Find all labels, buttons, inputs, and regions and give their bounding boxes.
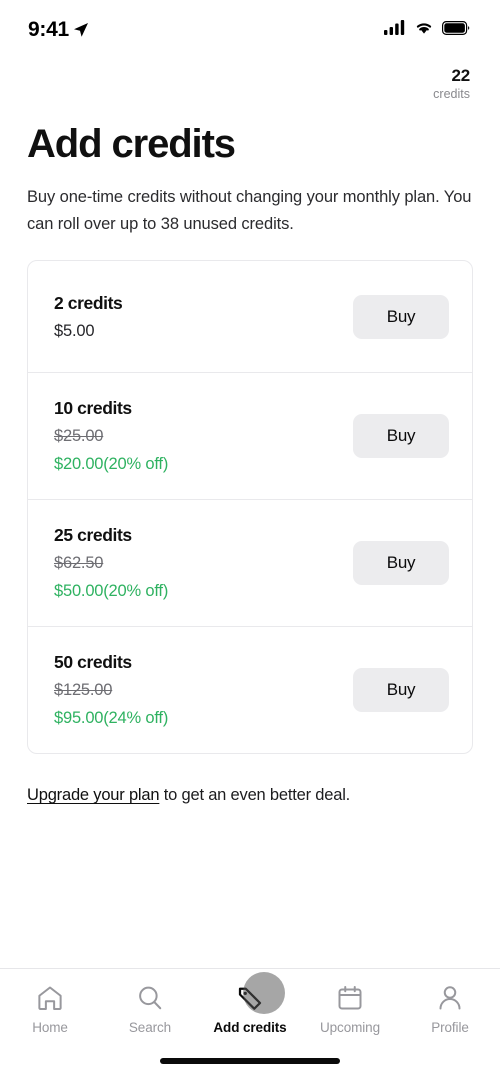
credits-balance: 22 credits bbox=[0, 60, 500, 102]
tab-label-add-credits: Add credits bbox=[213, 1020, 287, 1035]
credit-pack-row[interactable]: 2 credits $5.00 Buy bbox=[28, 261, 472, 373]
tab-label-home: Home bbox=[32, 1020, 68, 1035]
credit-pack-original-price: $125.00 bbox=[54, 681, 113, 699]
tab-profile[interactable]: Profile bbox=[400, 983, 500, 1035]
tab-add-credits[interactable]: Add credits bbox=[200, 983, 300, 1035]
tab-home[interactable]: Home bbox=[0, 983, 100, 1035]
wifi-icon bbox=[414, 20, 434, 40]
status-bar-time: 9:41 bbox=[28, 18, 69, 41]
buy-button[interactable]: Buy bbox=[353, 668, 449, 712]
credit-pack-name: 10 credits bbox=[54, 398, 132, 418]
tab-label-profile: Profile bbox=[431, 1020, 469, 1035]
page-title: Add credits bbox=[27, 122, 236, 166]
credit-pack-row[interactable]: 10 credits $25.00 $20.00(20% off) Buy bbox=[28, 373, 472, 500]
credit-pack-info: 2 credits $5.00 bbox=[54, 290, 123, 344]
credit-pack-info: 10 credits $25.00 $20.00(20% off) bbox=[54, 395, 168, 477]
credit-pack-discount-price: $95.00(24% off) bbox=[54, 709, 169, 727]
credit-pack-name: 25 credits bbox=[54, 525, 132, 545]
search-icon bbox=[135, 983, 165, 1013]
tab-search[interactable]: Search bbox=[100, 983, 200, 1035]
upgrade-note-text: to get an even better deal. bbox=[159, 786, 351, 804]
battery-full-icon bbox=[442, 20, 470, 40]
status-bar: 9:41 bbox=[0, 0, 500, 60]
buy-button[interactable]: Buy bbox=[353, 294, 449, 339]
cellular-signal-icon bbox=[384, 20, 406, 40]
tag-icon bbox=[235, 983, 265, 1013]
credit-packs-list: 2 credits $5.00 Buy 10 credits $25.00 $2… bbox=[27, 260, 473, 754]
credits-balance-label: credits bbox=[433, 87, 470, 101]
status-bar-right bbox=[384, 20, 470, 40]
credit-pack-row[interactable]: 50 credits $125.00 $95.00(24% off) Buy bbox=[28, 627, 472, 753]
home-indicator bbox=[160, 1058, 340, 1064]
credit-pack-original-price: $62.50 bbox=[54, 554, 104, 572]
credits-balance-count: 22 bbox=[451, 66, 470, 85]
credit-pack-row[interactable]: 25 credits $62.50 $50.00(20% off) Buy bbox=[28, 500, 472, 627]
tab-upcoming[interactable]: Upcoming bbox=[300, 983, 400, 1035]
credit-pack-name: 2 credits bbox=[54, 292, 123, 313]
tab-label-search: Search bbox=[128, 1020, 172, 1035]
credit-pack-discount-price: $50.00(20% off) bbox=[54, 582, 169, 600]
page-subtitle: Buy one-time credits without changing yo… bbox=[27, 188, 472, 233]
upgrade-plan-link[interactable]: Upgrade your plan bbox=[27, 786, 160, 804]
buy-button[interactable]: Buy bbox=[353, 541, 449, 585]
person-icon bbox=[435, 983, 465, 1013]
credit-pack-price: $5.00 bbox=[54, 321, 95, 340]
app-screen: 9:41 22 credits Add credits Buy one-time… bbox=[0, 0, 500, 1080]
buy-button[interactable]: Buy bbox=[353, 414, 449, 458]
location-arrow-icon bbox=[73, 22, 89, 38]
status-bar-left: 9:41 bbox=[28, 18, 89, 42]
tab-label-upcoming: Upcoming bbox=[320, 1020, 380, 1035]
credit-pack-info: 50 credits $125.00 $95.00(24% off) bbox=[54, 649, 168, 731]
home-icon bbox=[35, 983, 65, 1013]
calendar-icon bbox=[335, 983, 365, 1013]
page-content: Add credits Buy one-time credits without… bbox=[0, 120, 500, 808]
credit-pack-info: 25 credits $62.50 $50.00(20% off) bbox=[54, 522, 168, 604]
upgrade-note: Upgrade your plan to get an even better … bbox=[27, 782, 473, 808]
credit-pack-original-price: $25.00 bbox=[54, 427, 104, 445]
credit-pack-name: 50 credits bbox=[54, 652, 132, 672]
credit-pack-discount-price: $20.00(20% off) bbox=[54, 455, 169, 473]
